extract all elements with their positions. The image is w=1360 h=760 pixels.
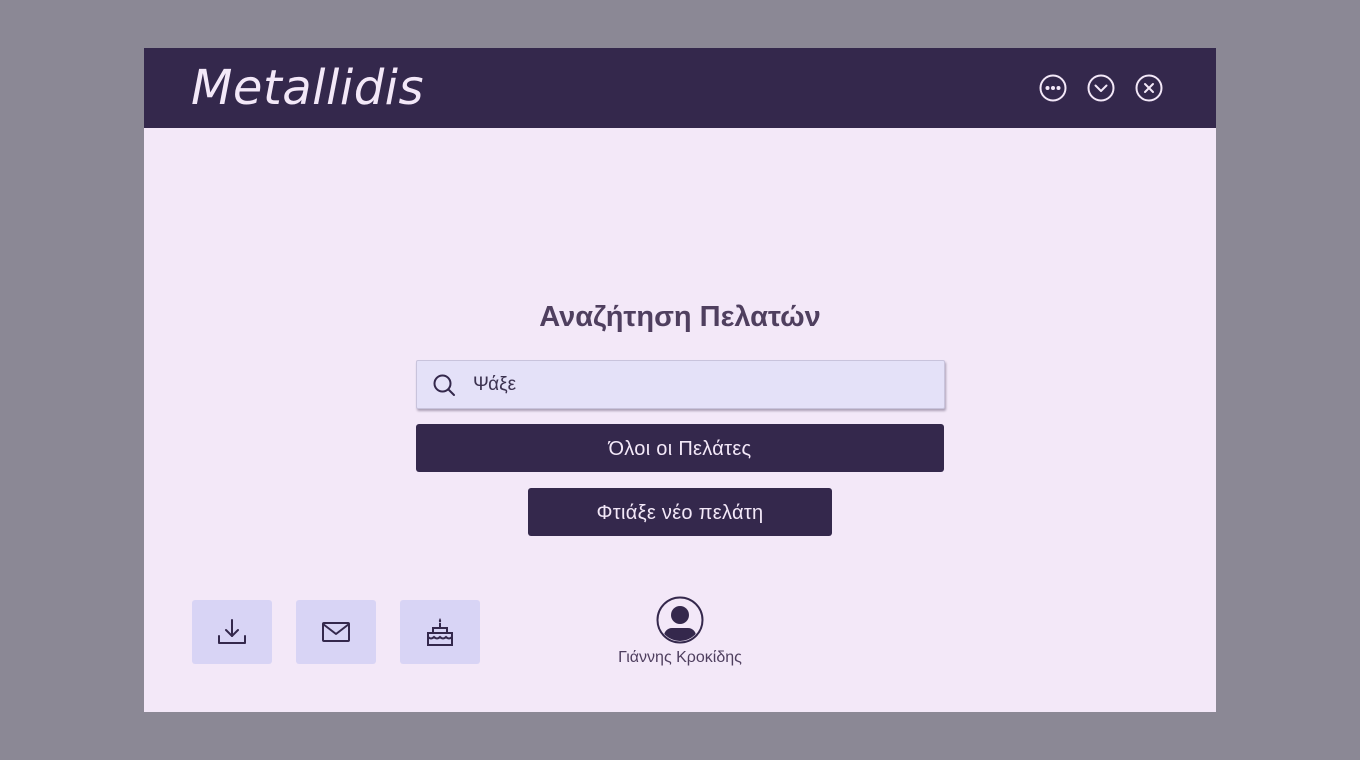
download-button[interactable] — [192, 600, 272, 664]
chevron-down-circle-icon — [1087, 74, 1115, 102]
new-customer-button[interactable]: Φτιάξε νέο πελάτη — [528, 488, 832, 536]
mail-button[interactable] — [296, 600, 376, 664]
close-button[interactable] — [1135, 74, 1163, 102]
birthday-button[interactable] — [400, 600, 480, 664]
search-icon — [433, 374, 455, 396]
more-options-button[interactable] — [1039, 74, 1067, 102]
user-circle-icon — [656, 596, 704, 644]
search-input[interactable] — [473, 361, 933, 408]
download-icon — [218, 619, 246, 644]
minimize-button[interactable] — [1087, 74, 1115, 102]
app-title: Metallidis — [191, 60, 424, 116]
user-profile[interactable]: Γιάννης Κροκίδης — [600, 596, 760, 668]
all-customers-button[interactable]: Όλοι οι Πελάτες — [416, 424, 944, 472]
user-name: Γιάννης Κροκίδης — [618, 649, 742, 666]
title-bar: Metallidis — [144, 48, 1216, 128]
ellipsis-circle-icon — [1039, 74, 1067, 102]
cake-icon — [427, 618, 453, 646]
search-field[interactable] — [416, 360, 945, 409]
mail-icon — [322, 622, 350, 642]
close-circle-icon — [1135, 74, 1163, 102]
app-window: Metallidis Αναζήτηση Πελατών Ψάξε Όλοι ο… — [144, 48, 1216, 712]
page-title: Αναζήτηση Πελατών — [539, 301, 821, 333]
